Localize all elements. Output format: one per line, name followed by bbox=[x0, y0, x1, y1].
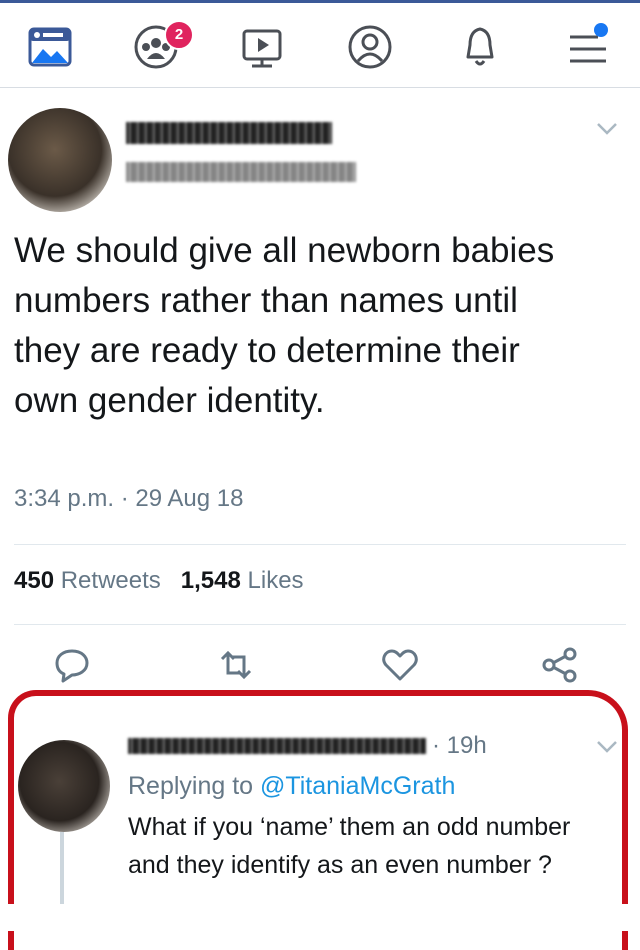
thread-connector-line bbox=[60, 832, 64, 904]
watch-video-icon[interactable] bbox=[238, 23, 286, 71]
author-avatar[interactable] bbox=[8, 108, 112, 212]
reply-author-name-obscured bbox=[128, 738, 426, 754]
top-navigation-bar: 2 bbox=[0, 0, 640, 88]
reply-icon[interactable] bbox=[52, 645, 92, 685]
tweet-stats: 450 Retweets 1,548 Likes bbox=[14, 567, 304, 595]
profile-icon[interactable] bbox=[346, 23, 394, 71]
notifications-bell-icon[interactable] bbox=[456, 23, 504, 71]
notification-badge: 2 bbox=[164, 20, 194, 50]
retweets-label[interactable]: Retweets bbox=[61, 567, 161, 594]
reply-author-avatar[interactable] bbox=[18, 740, 110, 832]
share-icon[interactable] bbox=[540, 645, 580, 685]
replying-to-line: Replying to @TitaniaMcGrath bbox=[128, 772, 455, 801]
bottom-strip bbox=[0, 904, 640, 931]
reply-timestamp: · 19h bbox=[432, 732, 487, 759]
reply-text: What if you ‘name’ them an odd number an… bbox=[128, 813, 571, 879]
retweet-icon[interactable] bbox=[216, 645, 256, 685]
menu-notification-dot bbox=[594, 23, 608, 37]
likes-count[interactable]: 1,548 bbox=[181, 567, 241, 594]
like-heart-icon[interactable] bbox=[380, 645, 420, 685]
divider bbox=[14, 544, 626, 545]
news-feed-icon[interactable] bbox=[26, 23, 74, 71]
retweets-count[interactable]: 450 bbox=[14, 567, 54, 594]
chevron-down-icon[interactable] bbox=[596, 740, 618, 754]
tweet-timestamp: 3:34 p.m. · 29 Aug 18 bbox=[14, 485, 244, 512]
chevron-down-icon[interactable] bbox=[596, 122, 618, 136]
likes-label[interactable]: Likes bbox=[248, 567, 304, 594]
author-name-obscured bbox=[126, 122, 332, 144]
tweet-text: We should give all newborn babies number… bbox=[14, 231, 555, 420]
replying-to-prefix: Replying to bbox=[128, 772, 254, 800]
replying-to-handle-link[interactable]: @TitaniaMcGrath bbox=[260, 772, 455, 800]
author-handle-obscured bbox=[126, 162, 356, 182]
divider bbox=[14, 624, 626, 625]
